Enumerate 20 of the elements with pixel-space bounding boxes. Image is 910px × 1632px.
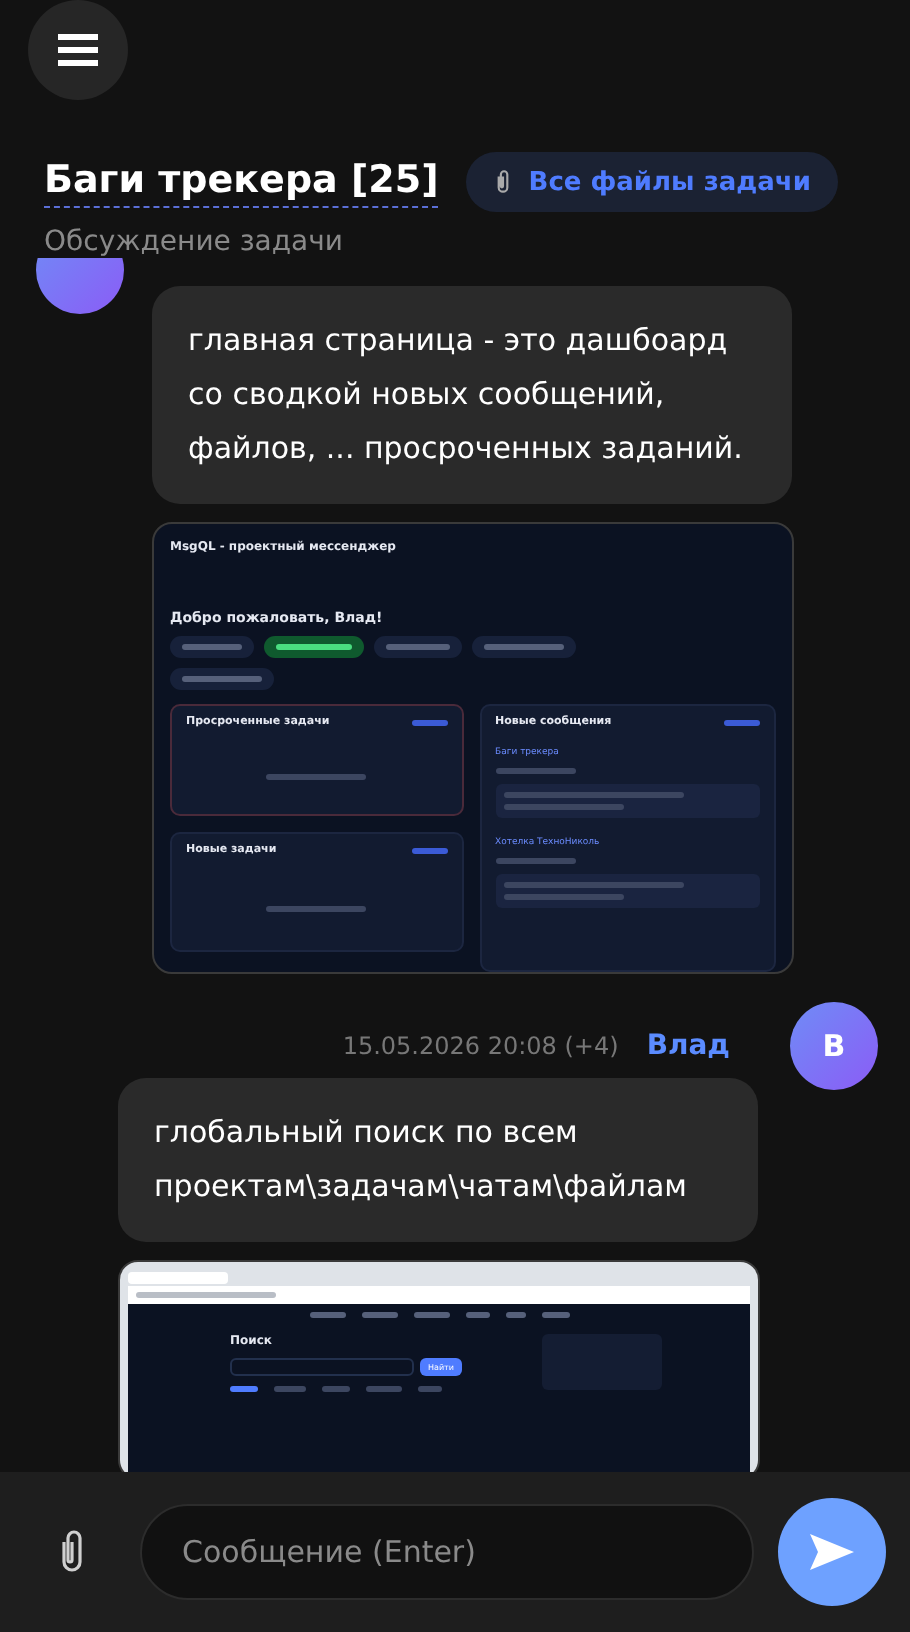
stat-chip — [264, 636, 364, 658]
stat-chip — [170, 668, 274, 690]
stat-chip — [170, 636, 254, 658]
search-field[interactable] — [230, 1358, 414, 1376]
menu-button[interactable] — [28, 0, 128, 100]
send-button[interactable] — [778, 1498, 886, 1606]
stat-chip — [374, 636, 462, 658]
send-icon — [810, 1534, 854, 1570]
user-avatar: В — [790, 1002, 878, 1090]
paperclip-icon — [494, 168, 513, 196]
message-input[interactable]: Сообщение (Enter) — [140, 1504, 754, 1600]
menu-icon — [58, 34, 98, 66]
message-bubble: главная страница - это дашбоард со сводкой новых сообщений, файлов, ... просроченных заданий. — [152, 286, 792, 504]
message-time: 15.05.2026 20:08 (+4) — [342, 1032, 619, 1060]
task-files-button[interactable]: Все файлы задачи — [466, 152, 839, 212]
message-bubble: глобальный поиск по всем проектам\задачам\чатам\файлам — [118, 1078, 758, 1242]
task-title[interactable]: Баги трекера [25] — [44, 157, 439, 207]
author-name: Влад — [646, 1030, 730, 1062]
stat-chip — [472, 636, 576, 658]
subtitle: Обсуждение задачи — [44, 226, 346, 258]
